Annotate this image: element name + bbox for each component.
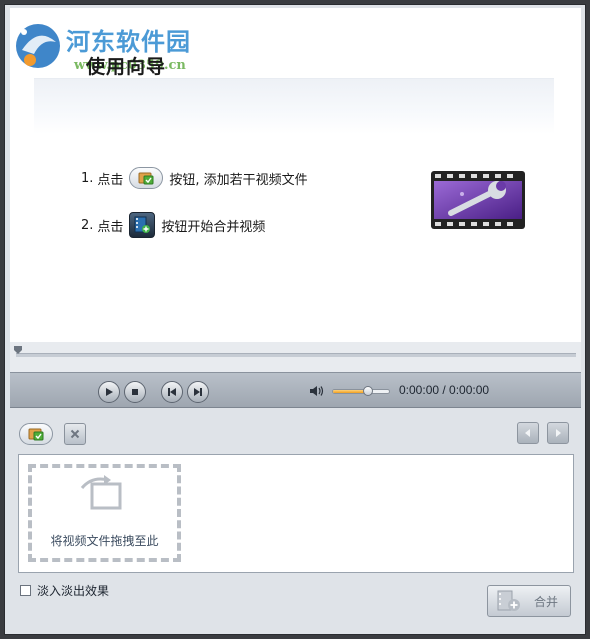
step-suffix: 按钮开始合并视频 bbox=[161, 219, 266, 235]
volume-slider[interactable] bbox=[332, 386, 390, 396]
play-icon bbox=[106, 388, 113, 396]
video-tool-logo-icon bbox=[431, 171, 525, 229]
drag-drop-icon bbox=[80, 475, 122, 510]
drop-hint: 将视频文件拖拽至此 bbox=[50, 534, 159, 548]
seek-track[interactable] bbox=[16, 353, 576, 357]
stop-button[interactable] bbox=[124, 381, 146, 403]
guide-step-2: 2. 点击 按钮开始合并视频 bbox=[81, 211, 265, 239]
volume-thumb[interactable] bbox=[363, 386, 373, 396]
step-prefix: 点击 bbox=[97, 172, 124, 188]
remove-file-button[interactable] bbox=[64, 423, 86, 445]
step-number: 2. bbox=[81, 217, 94, 233]
file-list[interactable]: 将视频文件拖拽至此 bbox=[18, 454, 574, 573]
merge-button[interactable]: 合并 bbox=[487, 585, 571, 617]
time-display: 0:00:00 / 0:00:00 bbox=[399, 383, 490, 397]
arrow-right-icon bbox=[556, 429, 561, 437]
drop-zone[interactable]: 将视频文件拖拽至此 bbox=[28, 464, 181, 562]
merge-film-icon bbox=[129, 212, 156, 238]
step-prefix: 点击 bbox=[97, 219, 124, 235]
seek-thumb[interactable] bbox=[14, 346, 22, 354]
fade-label: 淡入淡出效果 bbox=[37, 584, 110, 598]
move-left-button[interactable] bbox=[517, 422, 539, 444]
guide-header-band bbox=[34, 78, 554, 134]
playback-controls: 0:00:00 / 0:00:00 bbox=[10, 372, 581, 408]
move-right-button[interactable] bbox=[547, 422, 569, 444]
play-button[interactable] bbox=[98, 381, 120, 403]
fade-option[interactable]: 淡入淡出效果 bbox=[20, 582, 109, 599]
stop-icon bbox=[132, 389, 138, 395]
step-number: 1. bbox=[81, 170, 94, 186]
watermark-logo-icon bbox=[16, 24, 60, 68]
volume-icon[interactable] bbox=[309, 384, 325, 398]
skip-back-icon bbox=[168, 388, 176, 396]
add-files-icon bbox=[129, 167, 164, 189]
step-suffix: 按钮, 添加若干视频文件 bbox=[169, 172, 308, 188]
fade-checkbox[interactable] bbox=[20, 585, 31, 596]
arrow-left-icon bbox=[525, 429, 530, 437]
add-files-icon bbox=[28, 428, 44, 441]
guide-panel: 河东软件园 www.pc0359.cn 使用向导 1. 点击 按钮, 添加若干视… bbox=[10, 8, 581, 342]
previous-button[interactable] bbox=[161, 381, 183, 403]
merge-film-icon bbox=[497, 590, 520, 611]
main-window: 河东软件园 www.pc0359.cn 使用向导 1. 点击 按钮, 添加若干视… bbox=[4, 4, 586, 635]
close-icon bbox=[70, 429, 80, 439]
skip-forward-icon bbox=[194, 388, 202, 396]
timeline-bar bbox=[10, 342, 581, 372]
next-button[interactable] bbox=[187, 381, 209, 403]
guide-step-1: 1. 点击 按钮, 添加若干视频文件 bbox=[81, 164, 308, 192]
add-files-button[interactable] bbox=[19, 423, 53, 445]
merge-label: 合并 bbox=[534, 594, 559, 609]
guide-title: 使用向导 bbox=[86, 56, 167, 78]
